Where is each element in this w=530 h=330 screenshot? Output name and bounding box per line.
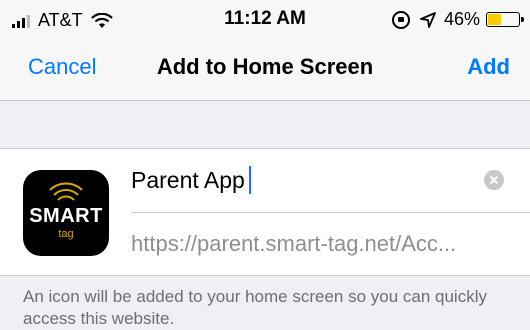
add-button[interactable]: Add xyxy=(467,54,510,80)
footer-note: An icon will be added to your home scree… xyxy=(23,287,487,328)
add-to-home-form: SMART tag https://parent.smart-tag.net/A… xyxy=(0,148,530,276)
app-name-input[interactable] xyxy=(131,163,471,197)
text-caret xyxy=(249,166,251,194)
navigation-bar: Cancel Add to Home Screen Add xyxy=(0,36,530,101)
status-bar: AT&T 11:12 AM 46% xyxy=(0,0,530,36)
row-divider xyxy=(131,212,530,213)
website-url: https://parent.smart-tag.net/Acc... xyxy=(131,231,457,256)
page-title: Add to Home Screen xyxy=(156,54,374,79)
app-icon-subword: tag xyxy=(58,228,74,240)
battery-percent: 46% xyxy=(443,9,480,29)
status-right-group: 46% xyxy=(391,9,524,30)
app-icon-word: SMART xyxy=(29,205,103,227)
rotation-lock-icon xyxy=(391,10,410,29)
battery-level xyxy=(488,14,502,25)
app-icon: SMART tag xyxy=(23,170,109,256)
location-icon xyxy=(420,11,436,28)
clear-icon[interactable] xyxy=(484,170,504,190)
battery-icon xyxy=(486,12,524,27)
